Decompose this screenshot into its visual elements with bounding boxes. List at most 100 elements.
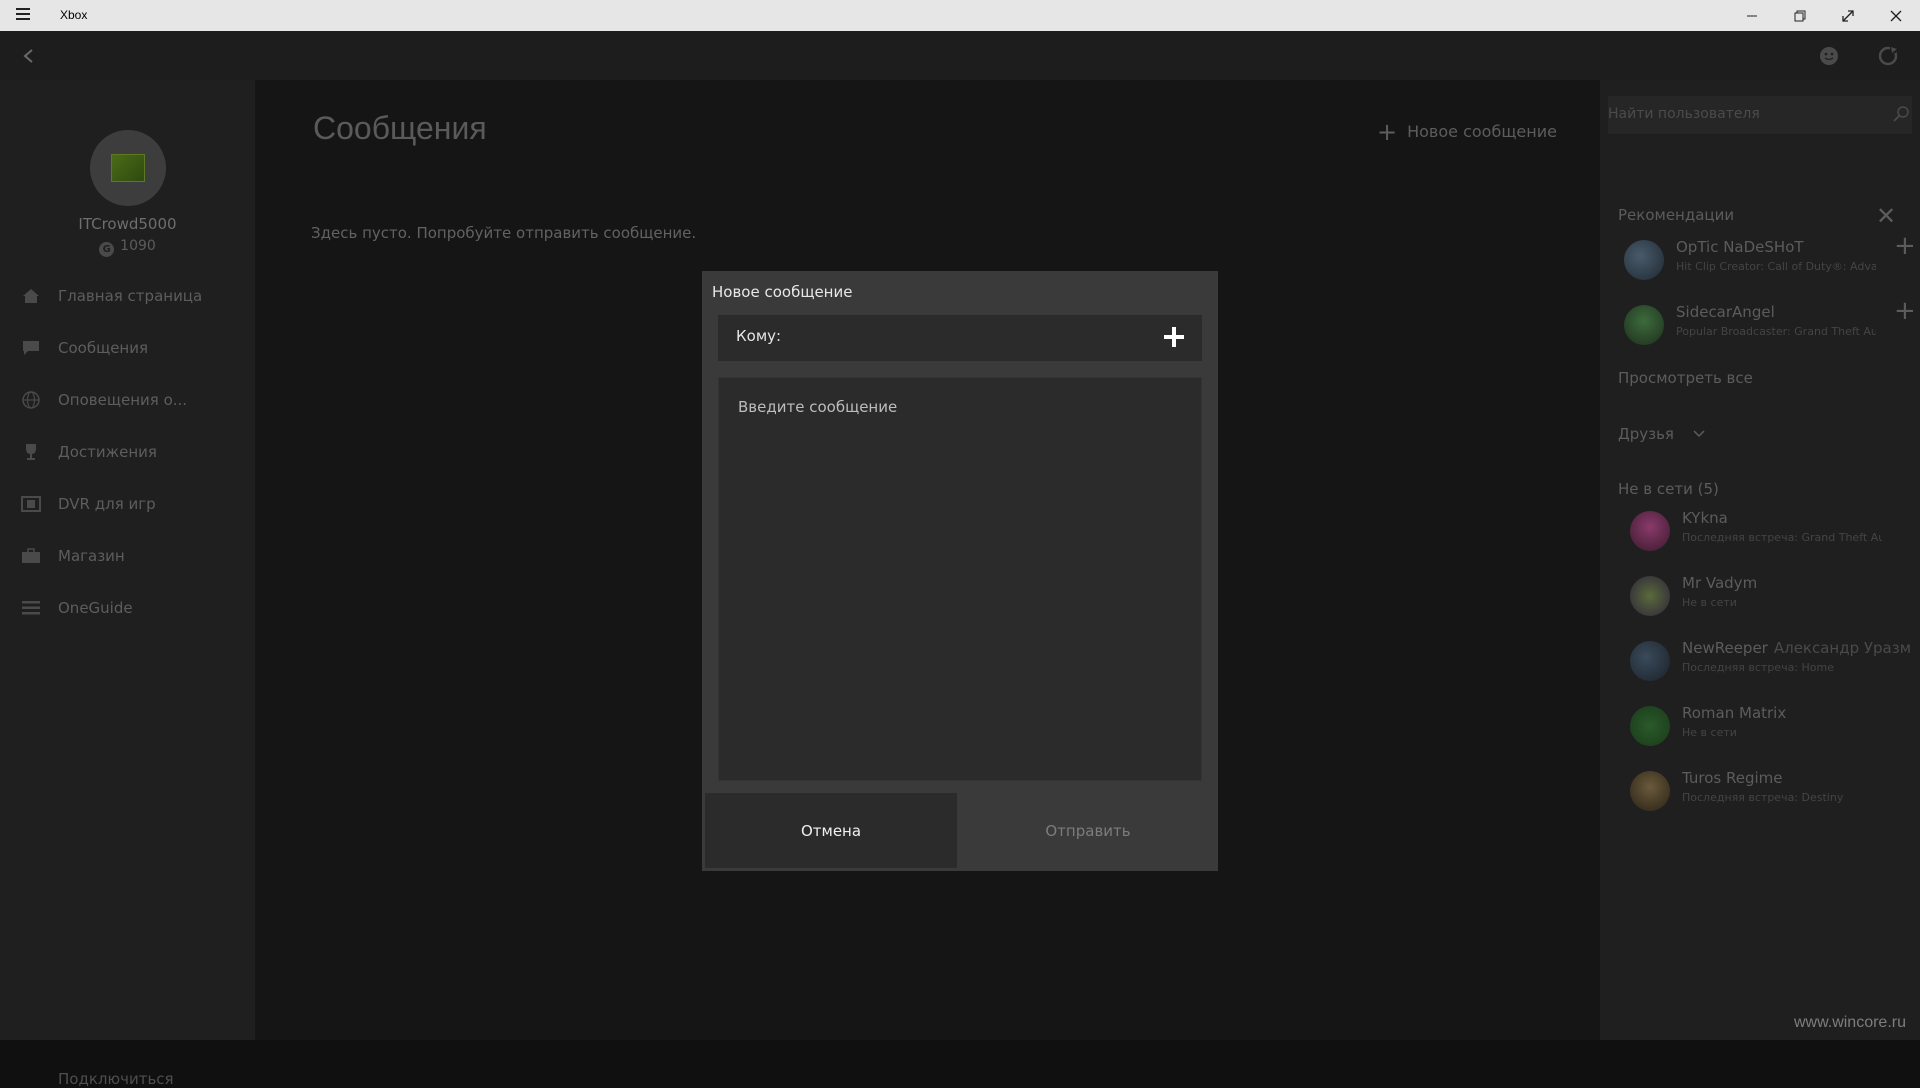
new-message-label: Новое сообщение <box>1407 122 1557 141</box>
dismiss-recommendations-icon[interactable]: ✕ <box>1876 206 1896 226</box>
user-search-input[interactable]: Найти пользователя <box>1608 96 1912 134</box>
close-icon <box>1890 10 1902 22</box>
gamertag[interactable]: ITCrowd5000 <box>0 215 255 233</box>
window-title: Xbox <box>60 8 87 22</box>
refresh-icon[interactable] <box>1878 46 1898 66</box>
minimize-icon <box>1746 10 1758 22</box>
gamerscore-icon: G <box>99 242 114 257</box>
sidebar-item-label: Достижения <box>58 443 157 461</box>
minimize-button[interactable] <box>1728 0 1776 31</box>
friends-panel: Найти пользователя Рекомендации ✕ OpTic … <box>1600 80 1920 1040</box>
friend-status: Не в сети <box>1682 596 1882 609</box>
film-icon <box>20 495 42 513</box>
back-arrow-icon[interactable] <box>22 48 36 64</box>
friend-real-name: Александр Уразм <box>1774 639 1911 657</box>
recommendation-item[interactable]: OpTic NaDeSHoT Hit Clip Creator: Call of… <box>1624 236 1920 286</box>
sidebar-item-label: Главная страница <box>58 287 202 305</box>
sidebar-item-label: Магазин <box>58 547 125 565</box>
close-button[interactable] <box>1872 0 1920 31</box>
friend-name: KYkna <box>1682 509 1728 527</box>
dialog-title: Новое сообщение <box>712 283 852 301</box>
search-placeholder: Найти пользователя <box>1608 106 1760 122</box>
friend-name: Mr Vadym <box>1682 574 1757 592</box>
offline-section-title: Не в сети (5) <box>1618 480 1719 498</box>
avatar <box>1630 641 1670 681</box>
restore-icon <box>1794 10 1806 22</box>
chat-icon <box>20 339 42 357</box>
recommendation-subtitle: Hit Clip Creator: Call of Duty®: Adva <box>1676 260 1876 273</box>
recipient-field[interactable]: Кому: <box>718 315 1202 361</box>
avatar <box>1630 771 1670 811</box>
sidebar-item-game-dvr[interactable]: DVR для игр <box>0 484 255 524</box>
recommendation-name: SidecarAngel <box>1676 303 1775 321</box>
friend-status: Не в сети <box>1682 726 1882 739</box>
cancel-button[interactable]: Отмена <box>705 793 957 868</box>
friend-status: Последняя встреча: Destiny <box>1682 791 1882 804</box>
friends-label: Друзья <box>1618 425 1674 443</box>
window-titlebar: Xbox <box>0 0 1920 31</box>
add-friend-icon[interactable]: + <box>1894 301 1916 321</box>
avatar[interactable] <box>90 130 166 206</box>
trophy-icon <box>20 443 42 461</box>
chevron-down-icon <box>1693 430 1705 438</box>
sidebar-item-messages[interactable]: Сообщения <box>0 328 255 368</box>
search-icon[interactable] <box>1892 105 1910 123</box>
friend-status: Последняя встреча: Grand Theft Auto V <box>1682 531 1882 544</box>
top-bar <box>0 31 1920 80</box>
avatar <box>1624 240 1664 280</box>
recommendations-title: Рекомендации <box>1618 206 1734 224</box>
new-message-button[interactable]: + Новое сообщение <box>1377 122 1557 141</box>
recommendation-name: OpTic NaDeSHoT <box>1676 238 1804 256</box>
friend-item[interactable]: Turos Regime Последняя встреча: Destiny <box>1630 767 1920 817</box>
avatar <box>1630 706 1670 746</box>
add-friend-icon[interactable]: + <box>1894 236 1916 256</box>
sidebar: ITCrowd5000 G 1090 Главная страница Сообщ… <box>0 80 255 1040</box>
globe-icon <box>20 391 42 409</box>
sidebar-item-label: OneGuide <box>58 599 133 617</box>
watermark: www.wincore.ru <box>1794 1014 1906 1032</box>
gamerscore: G 1090 <box>0 238 255 257</box>
plus-icon: + <box>1377 124 1397 140</box>
gamerscore-value: 1090 <box>120 238 156 254</box>
sidebar-item-oneguide[interactable]: OneGuide <box>0 588 255 628</box>
sidebar-item-label: DVR для игр <box>58 495 156 513</box>
see-all-link[interactable]: Просмотреть все <box>1618 369 1753 387</box>
recommendation-item[interactable]: SidecarAngel Popular Broadcaster: Grand … <box>1624 301 1920 351</box>
page-title: Сообщения <box>313 110 487 147</box>
recipient-label: Кому: <box>736 327 781 345</box>
avatar <box>1624 305 1664 345</box>
store-icon <box>20 547 42 565</box>
friend-item[interactable]: Mr Vadym Не в сети <box>1630 572 1920 622</box>
friend-status: Последняя встреча: Home <box>1682 661 1882 674</box>
send-button[interactable]: Отправить <box>961 793 1215 868</box>
hamburger-menu-icon[interactable] <box>16 8 30 22</box>
friend-name: Roman Matrix <box>1682 704 1786 722</box>
avatar <box>1630 576 1670 616</box>
fullscreen-button[interactable] <box>1824 0 1872 31</box>
add-recipient-icon[interactable] <box>1162 325 1186 349</box>
sidebar-item-label: Оповещения о... <box>58 391 187 409</box>
smiley-icon[interactable] <box>1819 46 1839 66</box>
empty-state-text: Здесь пусто. Попробуйте отправить сообще… <box>311 224 696 242</box>
sidebar-item-connect[interactable]: Подключиться <box>58 1070 174 1088</box>
recommendation-subtitle: Popular Broadcaster: Grand Theft Au <box>1676 325 1876 338</box>
new-message-dialog: Новое сообщение Кому: Введите сообщение … <box>702 271 1218 871</box>
avatar-image <box>111 154 145 182</box>
friend-name: Turos Regime <box>1682 769 1783 787</box>
friend-item[interactable]: KYkna Последняя встреча: Grand Theft Aut… <box>1630 507 1920 557</box>
friend-item[interactable]: Roman Matrix Не в сети <box>1630 702 1920 752</box>
avatar <box>1630 511 1670 551</box>
friend-item[interactable]: NewReeperАлександр Уразм Последняя встре… <box>1630 637 1920 687</box>
message-placeholder: Введите сообщение <box>738 398 897 416</box>
sidebar-item-store[interactable]: Магазин <box>0 536 255 576</box>
list-icon <box>20 599 42 617</box>
friends-dropdown[interactable]: Друзья <box>1618 425 1705 443</box>
friend-name: NewReeperАлександр Уразм <box>1682 639 1911 657</box>
home-icon <box>20 287 42 305</box>
sidebar-item-label: Сообщения <box>58 339 148 357</box>
sidebar-item-achievements[interactable]: Достижения <box>0 432 255 472</box>
sidebar-item-notifications[interactable]: Оповещения о... <box>0 380 255 420</box>
message-textarea[interactable]: Введите сообщение <box>718 377 1202 781</box>
restore-button[interactable] <box>1776 0 1824 31</box>
sidebar-item-home[interactable]: Главная страница <box>0 276 255 316</box>
